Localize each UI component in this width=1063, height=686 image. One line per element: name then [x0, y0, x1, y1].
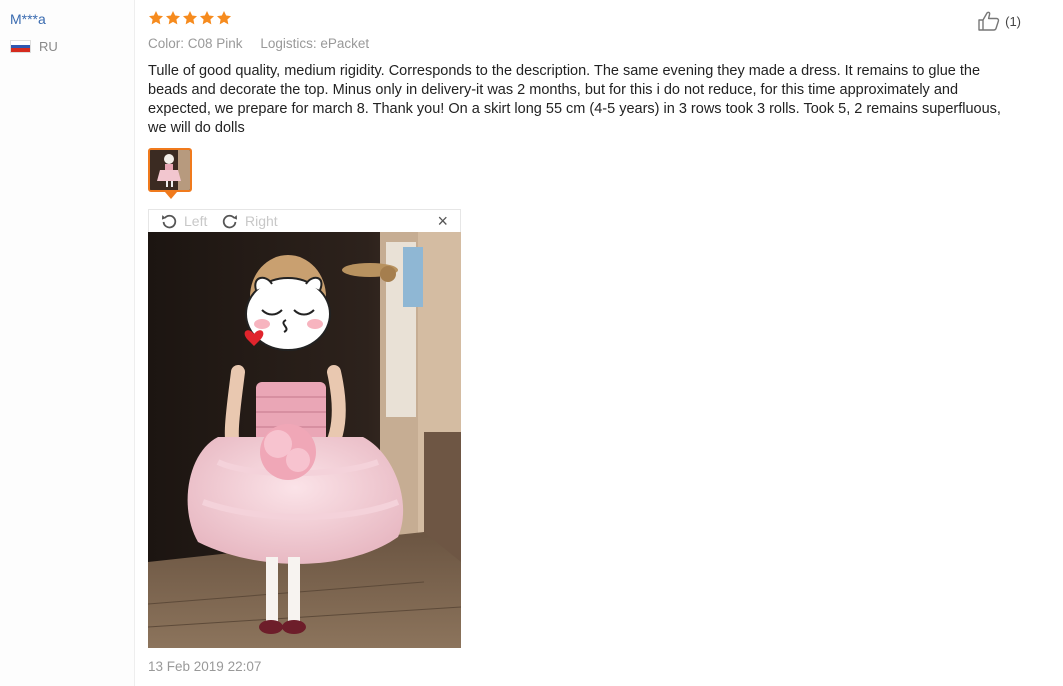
star-icon	[200, 11, 214, 25]
star-icon	[217, 11, 231, 25]
reviewer-country: RU	[10, 39, 58, 54]
review-text: Tulle of good quality, medium rigidity. …	[148, 63, 1001, 136]
star-icon	[149, 11, 163, 25]
rotate-right-label: Right	[245, 213, 278, 229]
reviewer-name[interactable]: M***a	[10, 11, 46, 27]
color-info: Color: C08 Pink	[148, 36, 243, 51]
rotate-right-icon	[222, 214, 238, 229]
photo-viewer-toolbar: Left Right ×	[148, 209, 461, 232]
thumbnail-image	[150, 150, 190, 190]
review-content: Color: C08 Pink Logistics: ePacket (1) T…	[148, 0, 1063, 686]
star-icon	[166, 11, 180, 25]
rotate-left-label: Left	[184, 213, 208, 229]
helpful-count: (1)	[1005, 13, 1021, 29]
rotate-left-icon	[161, 214, 177, 229]
logistics-info: Logistics: ePacket	[260, 36, 370, 51]
order-meta: Color: C08 Pink Logistics: ePacket	[148, 36, 369, 51]
close-icon[interactable]: ×	[437, 211, 448, 232]
review-date: 13 Feb 2019 22:07	[148, 659, 262, 674]
review-photo-thumbnail[interactable]	[148, 148, 192, 192]
thumbs-up-icon	[978, 11, 1000, 31]
review-photo	[148, 232, 461, 648]
rotate-left-button[interactable]: Left	[160, 212, 207, 230]
helpful-button[interactable]: (1)	[977, 10, 1021, 32]
country-code: RU	[39, 39, 58, 54]
russia-flag-icon	[10, 40, 31, 53]
thumbnail-pointer	[165, 192, 177, 199]
star-icon	[183, 11, 197, 25]
star-rating	[148, 10, 232, 26]
review-photo-image	[148, 232, 461, 648]
rotate-right-button[interactable]: Right	[221, 212, 278, 230]
reviewer-panel: M***a RU	[0, 0, 135, 686]
